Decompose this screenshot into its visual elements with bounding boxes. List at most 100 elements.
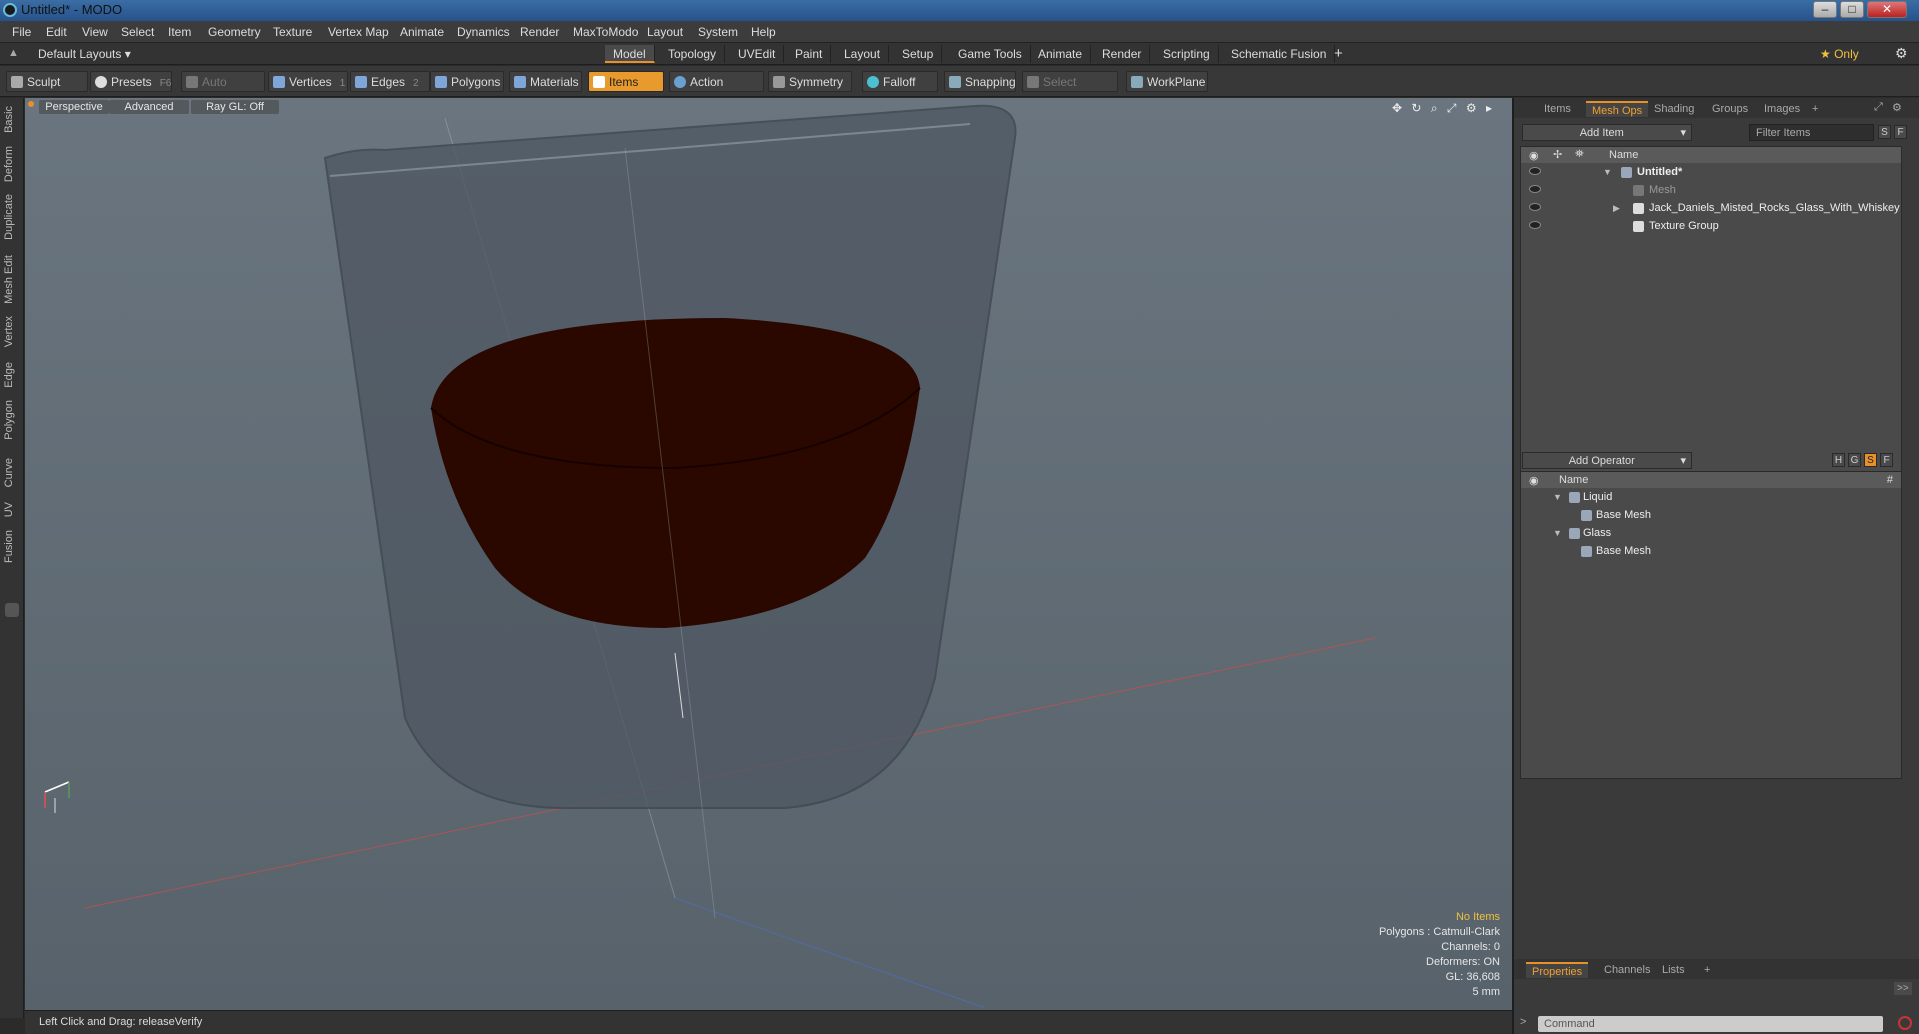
sculpt-button[interactable]: Sculpt: [6, 71, 88, 92]
viewport-settings-icon[interactable]: ⚙: [1466, 101, 1477, 115]
menu-vertex-map[interactable]: Vertex Map: [328, 25, 389, 39]
tab-topology[interactable]: Topology: [660, 45, 726, 63]
expand-more-button[interactable]: >>: [1894, 982, 1912, 995]
edges-button[interactable]: Edges 2: [350, 71, 430, 92]
list-item[interactable]: Base Mesh: [1521, 506, 1901, 524]
action-center-button[interactable]: Action Center: [669, 71, 764, 110]
polygons-button[interactable]: Polygons: [430, 71, 504, 92]
list-item[interactable]: Base Mesh: [1521, 542, 1901, 560]
list-item[interactable]: Mesh: [1521, 181, 1901, 199]
viewport-menu-icon[interactable]: ▸: [1486, 101, 1492, 115]
menu-render[interactable]: Render: [520, 25, 559, 39]
list-item[interactable]: ▶ Jack_Daniels_Misted_Rocks_Glass_With_Wh…: [1521, 199, 1901, 217]
minimize-button[interactable]: –: [1813, 1, 1837, 18]
tab-scripting[interactable]: Scripting: [1155, 45, 1219, 63]
eye-icon[interactable]: [1529, 221, 1541, 229]
symmetry-button[interactable]: Symmetry: [768, 71, 852, 92]
tab-game-tools[interactable]: Game Tools: [950, 45, 1031, 63]
tab-layout[interactable]: Layout: [836, 45, 890, 63]
menu-system[interactable]: System: [698, 25, 738, 39]
menu-geometry[interactable]: Geometry: [208, 25, 261, 39]
op-s-button[interactable]: S: [1864, 453, 1877, 467]
tab-mesh-ops[interactable]: Mesh Ops: [1586, 101, 1649, 117]
presets-button[interactable]: Presets F6: [90, 71, 172, 92]
panel-gear-icon[interactable]: ⚙: [1892, 101, 1902, 114]
tab-channels[interactable]: Channels: [1598, 962, 1656, 978]
op-f-button[interactable]: F: [1880, 453, 1893, 467]
tab-deform[interactable]: Deform: [3, 146, 19, 182]
menu-select[interactable]: Select: [121, 25, 154, 39]
tab-vertex[interactable]: Vertex: [3, 316, 19, 347]
menu-animate[interactable]: Animate: [400, 25, 444, 39]
tab-setup[interactable]: Setup: [894, 45, 943, 63]
gear-icon[interactable]: ⚙: [1895, 45, 1908, 62]
rotate-icon[interactable]: ↻: [1411, 101, 1421, 115]
list-item[interactable]: ▼ Liquid: [1521, 488, 1901, 506]
tab-items[interactable]: Items: [1538, 101, 1577, 117]
materials-button[interactable]: Materials: [509, 71, 582, 92]
eye-icon[interactable]: [1529, 203, 1541, 211]
layout-arrow-icon[interactable]: ▲: [8, 47, 19, 59]
close-button[interactable]: ✕: [1867, 1, 1907, 18]
menu-item[interactable]: Item: [168, 25, 191, 39]
snapping-button[interactable]: Snapping: [944, 71, 1016, 92]
menu-texture[interactable]: Texture: [273, 25, 312, 39]
expand-icon[interactable]: ⤢: [1874, 101, 1883, 114]
tab-curve[interactable]: Curve: [3, 458, 19, 487]
only-button[interactable]: ★ Only: [1820, 47, 1859, 61]
tab-schematic-fusion[interactable]: Schematic Fusion: [1223, 45, 1336, 63]
add-tab-button[interactable]: +: [1334, 45, 1343, 62]
op-g-button[interactable]: G: [1848, 453, 1861, 467]
menu-edit[interactable]: Edit: [46, 25, 67, 39]
filter-f-button[interactable]: F: [1894, 125, 1907, 139]
tab-edge[interactable]: Edge: [3, 362, 19, 388]
tab-groups[interactable]: Groups: [1706, 101, 1754, 117]
tab-duplicate[interactable]: Duplicate: [3, 194, 19, 240]
menu-layout[interactable]: Layout: [647, 25, 683, 39]
tab-shading[interactable]: Shading: [1648, 101, 1700, 117]
pan-icon[interactable]: ✥: [1392, 101, 1402, 115]
tab-uv[interactable]: UV: [3, 502, 19, 517]
expand-arrow-icon[interactable]: ▶: [1613, 199, 1620, 217]
workplane-button[interactable]: WorkPlane: [1126, 71, 1208, 92]
list-item[interactable]: ▼ Glass: [1521, 524, 1901, 542]
expand-arrow-icon[interactable]: ▼: [1553, 488, 1562, 506]
tab-render[interactable]: Render: [1094, 45, 1151, 63]
auto-select-button[interactable]: Auto Select: [181, 71, 265, 110]
tab-animate[interactable]: Animate: [1030, 45, 1092, 63]
menu-help[interactable]: Help: [751, 25, 776, 39]
eye-icon[interactable]: [1529, 167, 1541, 175]
shading-advanced-dropdown[interactable]: Advanced: [109, 100, 189, 114]
toggle-panel-icon[interactable]: [5, 603, 19, 617]
op-h-button[interactable]: H: [1832, 453, 1845, 467]
tab-lists[interactable]: Lists: [1656, 962, 1691, 978]
menu-maxtomodo[interactable]: MaxToModo: [573, 25, 638, 39]
select-through-button[interactable]: Select Through: [1022, 71, 1118, 110]
add-panel-tab-button[interactable]: +: [1806, 101, 1824, 117]
record-icon[interactable]: [1898, 1016, 1912, 1030]
tab-images[interactable]: Images: [1758, 101, 1806, 117]
menu-dynamics[interactable]: Dynamics: [457, 25, 510, 39]
tab-properties[interactable]: Properties: [1526, 962, 1589, 978]
tab-uvedit[interactable]: UVEdit: [730, 45, 785, 63]
eye-icon[interactable]: [1529, 185, 1541, 193]
menu-view[interactable]: View: [82, 25, 108, 39]
tab-polygon[interactable]: Polygon: [3, 400, 19, 440]
zoom-icon[interactable]: ⌕: [1431, 101, 1438, 115]
list-item[interactable]: ▼ Untitled*: [1521, 163, 1901, 181]
maximize-button[interactable]: □: [1840, 1, 1864, 18]
expand-arrow-icon[interactable]: ▼: [1553, 524, 1562, 542]
3d-viewport[interactable]: Perspective Advanced Ray GL: Off ✥ ↻ ⌕ ⤢…: [25, 98, 1512, 1010]
filter-items-input[interactable]: Filter Items: [1749, 124, 1874, 141]
list-item[interactable]: Texture Group: [1521, 217, 1901, 235]
raygl-toggle[interactable]: Ray GL: Off: [191, 100, 279, 114]
items-button[interactable]: Items: [588, 71, 664, 92]
command-input[interactable]: Command: [1538, 1016, 1883, 1032]
expand-arrow-icon[interactable]: ▼: [1603, 163, 1612, 181]
view-perspective-dropdown[interactable]: Perspective: [39, 100, 109, 114]
default-layouts-dropdown[interactable]: Default Layouts ▾: [38, 47, 131, 61]
tab-mesh-edit[interactable]: Mesh Edit: [3, 255, 19, 304]
fit-icon[interactable]: ⤢: [1447, 101, 1457, 115]
tab-fusion[interactable]: Fusion: [3, 530, 19, 563]
vertices-button[interactable]: Vertices 1: [268, 71, 348, 92]
